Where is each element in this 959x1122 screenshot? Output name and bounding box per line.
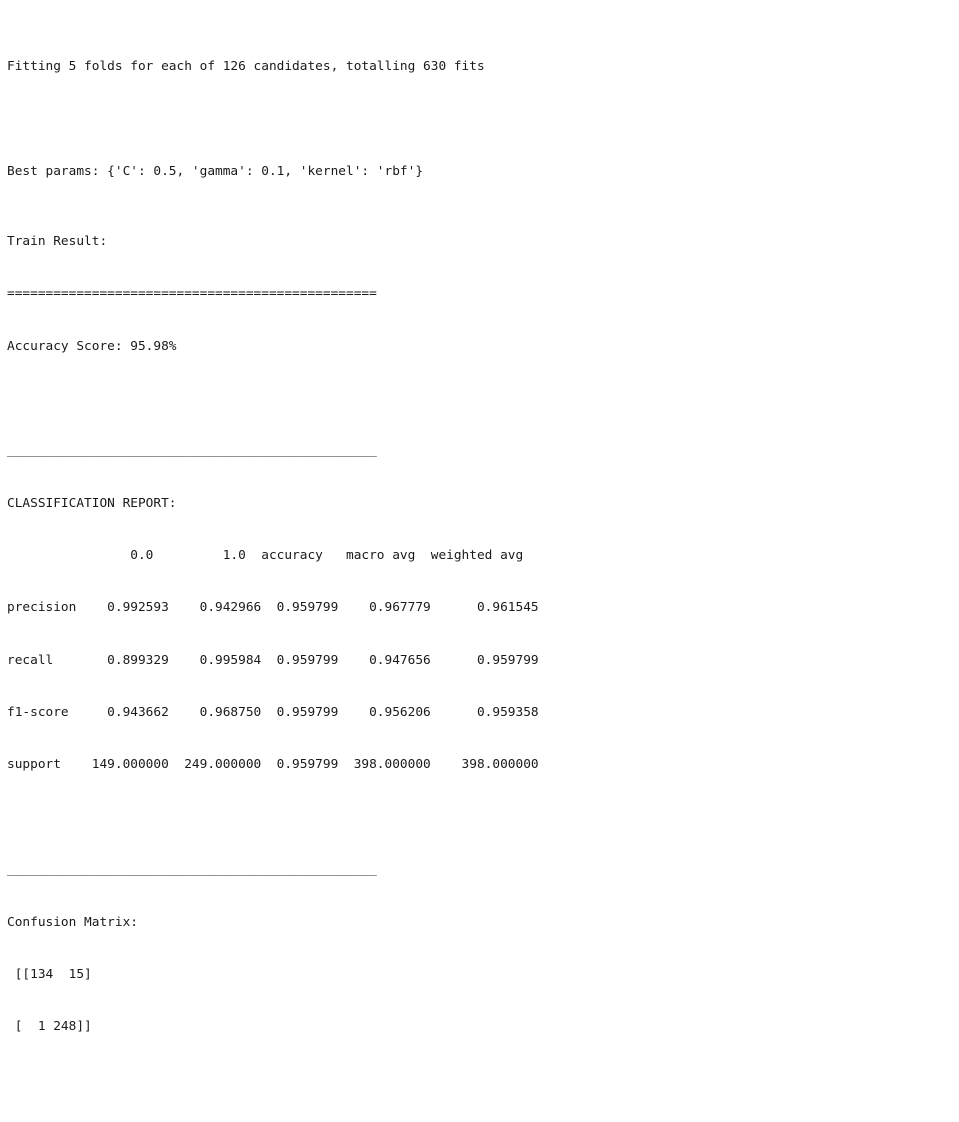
train-confusion-underscore-rule: ________________________________________…	[7, 862, 377, 878]
train-report-row-recall: recall 0.899329 0.995984 0.959799 0.9476…	[7, 652, 539, 668]
console-output-pane: Fitting 5 folds for each of 126 candidat…	[0, 0, 959, 1034]
train-report-row-support: support 149.000000 249.000000 0.959799 3…	[7, 757, 539, 773]
cv-search-summary-line: Fitting 5 folds for each of 126 candidat…	[7, 59, 485, 75]
train-report-header-row: 0.0 1.0 accuracy macro avg weighted avg	[7, 548, 524, 564]
train-equals-rule: ========================================…	[7, 286, 377, 302]
train-classification-report-heading: CLASSIFICATION REPORT:	[7, 495, 177, 511]
train-report-row-f1-score: f1-score 0.943662 0.968750 0.959799 0.95…	[7, 705, 539, 721]
train-accuracy-line: Accuracy Score: 95.98%	[7, 338, 177, 354]
train-underscore-rule: ________________________________________…	[7, 443, 377, 459]
train-result-heading: Train Result:	[7, 233, 108, 249]
best-params-line: Best params: {'C': 0.5, 'gamma': 0.1, 'k…	[7, 164, 424, 180]
train-confusion-matrix-row-1: [ 1 248]]	[7, 1019, 92, 1035]
train-confusion-matrix-row-0: [[134 15]	[7, 966, 92, 982]
train-report-row-precision: precision 0.992593 0.942966 0.959799 0.9…	[7, 600, 539, 616]
train-confusion-matrix-heading: Confusion Matrix:	[7, 914, 138, 930]
